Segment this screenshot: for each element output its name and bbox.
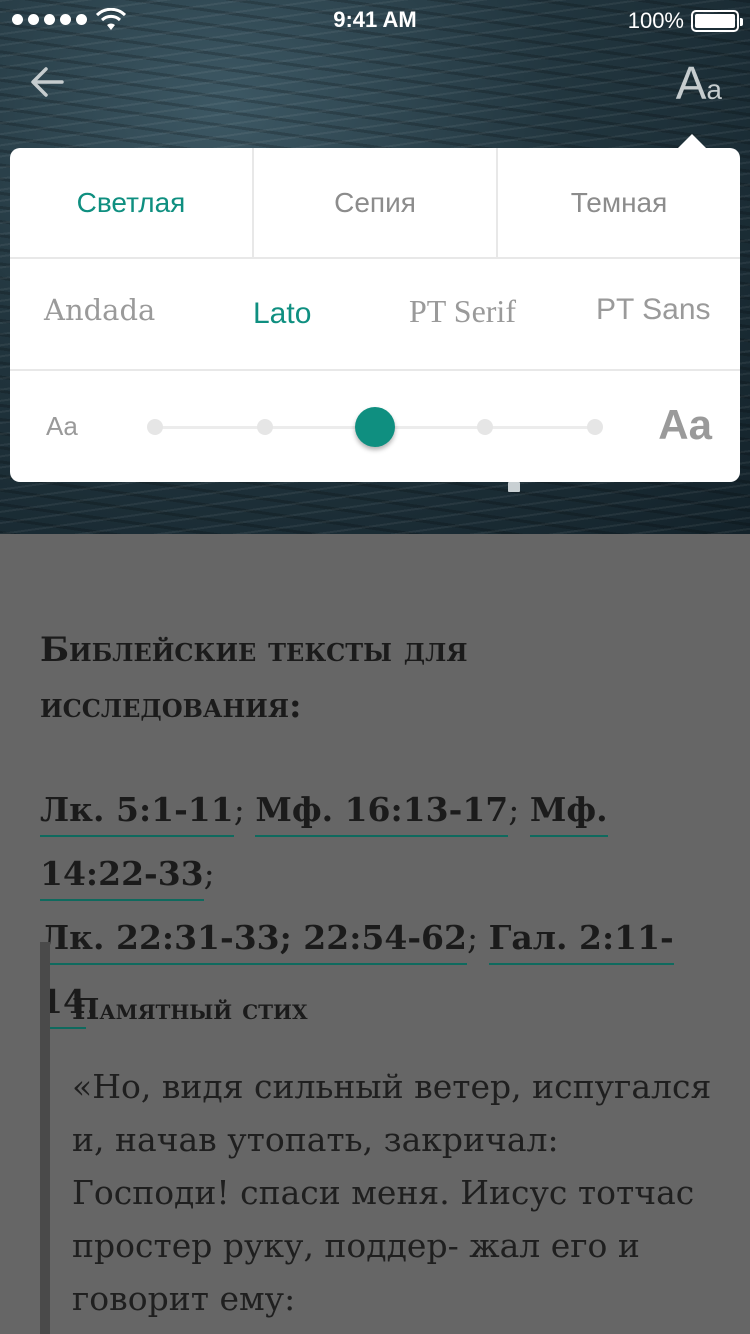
reference-separator: ; xyxy=(233,790,256,829)
battery-icon xyxy=(691,10,743,32)
text-size-selector: Aa Aa xyxy=(10,371,740,482)
battery-percent: 100% xyxy=(627,8,684,33)
text-size-step-2[interactable] xyxy=(257,419,273,435)
font-pt-sans-option[interactable]: PT Sans xyxy=(596,293,711,327)
reference-link[interactable]: Мф. 16:13-17 xyxy=(255,790,509,837)
theme-dark-option[interactable]: Темная xyxy=(496,148,740,257)
title-fragment xyxy=(508,482,520,492)
font-lato-option[interactable]: Lato xyxy=(253,297,311,331)
text-size-step-1[interactable] xyxy=(147,419,163,435)
theme-light-option[interactable]: Светлая xyxy=(10,148,252,257)
font-settings-glyph-small: a xyxy=(706,74,722,105)
status-bar: 9:41 AM 100% xyxy=(0,0,750,40)
study-texts-heading: Библейские тексты для исследования: xyxy=(40,630,468,726)
text-size-step-5[interactable] xyxy=(587,419,603,435)
font-selector: Andada Lato PT Serif PT Sans xyxy=(10,259,740,371)
popover-arrow xyxy=(678,134,706,148)
arrow-left-icon[interactable] xyxy=(28,62,68,102)
font-pt-serif-option[interactable]: PT Serif xyxy=(409,293,516,330)
reading-settings-popover: Светлая Сепия Темная Andada Lato PT Seri… xyxy=(10,134,740,482)
font-settings-button[interactable]: Aa xyxy=(676,56,722,110)
text-size-large-label: Aa xyxy=(658,401,712,448)
theme-sepia-option[interactable]: Сепия xyxy=(252,148,496,257)
reference-link[interactable]: Лк. 5:1-11 xyxy=(40,790,234,837)
font-settings-glyph-big: A xyxy=(675,57,707,109)
memory-verse-text: «Но, видя сильный ветер, испугался и, на… xyxy=(72,1067,712,1318)
text-size-step-4[interactable] xyxy=(477,419,493,435)
font-andada-option[interactable]: Andada xyxy=(44,293,155,327)
text-size-slider-thumb[interactable] xyxy=(355,407,395,447)
memory-verse-title: Памятный стих xyxy=(72,992,308,1026)
reference-separator: ; xyxy=(203,854,215,893)
theme-selector: Светлая Сепия Темная xyxy=(10,148,740,259)
memory-verse-block: Памятный стих «Но, видя сильный ветер, и… xyxy=(40,942,750,1334)
text-size-small-label: Aa xyxy=(46,411,78,441)
reference-separator: ; xyxy=(508,790,530,829)
